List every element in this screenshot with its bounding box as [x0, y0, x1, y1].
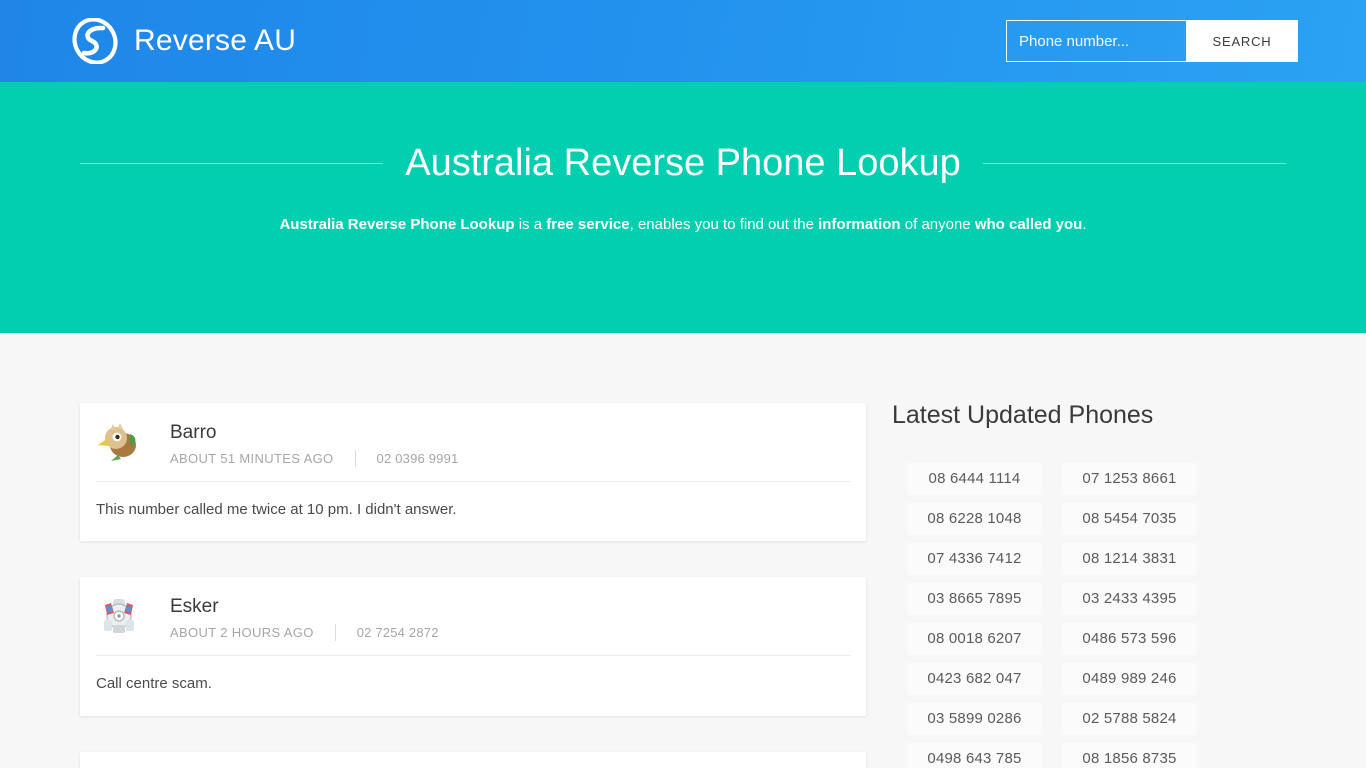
- page-content: Barro ABOUT 51 MINUTES AGO 02 0396 9991 …: [80, 333, 1286, 768]
- phone-chip[interactable]: 08 0018 6207: [907, 623, 1042, 655]
- swirl-s-logo-icon: [72, 18, 118, 64]
- comment-phone-number[interactable]: 02 0396 9991: [377, 451, 459, 466]
- comment-phone-number[interactable]: 02 7254 2872: [357, 625, 439, 640]
- comment-identity: Barro ABOUT 51 MINUTES AGO 02 0396 9991: [170, 419, 458, 467]
- comment-identity: Esker ABOUT 2 HOURS AGO 02 7254 2872: [170, 593, 439, 641]
- phone-chip[interactable]: 08 6228 1048: [907, 503, 1042, 535]
- page-title: Australia Reverse Phone Lookup: [405, 142, 961, 184]
- latest-phones-grid: 08 6444 1114 07 1253 8661 08 6228 1048 0…: [892, 463, 1286, 768]
- phone-chip[interactable]: 08 5454 7035: [1062, 503, 1197, 535]
- comment-timestamp: ABOUT 2 HOURS AGO: [170, 625, 314, 640]
- phone-chip[interactable]: 03 5899 0286: [907, 703, 1042, 735]
- comment-meta: ABOUT 51 MINUTES AGO 02 0396 9991: [170, 449, 459, 467]
- bird-avatar-icon: [98, 423, 136, 461]
- comment-text: This number called me twice at 10 pm. I …: [96, 500, 457, 518]
- phone-chip[interactable]: 0489 989 246: [1062, 663, 1197, 695]
- phone-chip[interactable]: 0498 643 785: [907, 743, 1042, 768]
- brand-name: Reverse AU: [134, 24, 297, 57]
- sidebar: Latest Updated Phones 08 6444 1114 07 12…: [866, 403, 1286, 768]
- comment-header: Esker ABOUT 2 HOURS AGO 02 7254 2872: [96, 593, 850, 656]
- phone-chip[interactable]: 07 4336 7412: [907, 543, 1042, 575]
- robot-gear-avatar-icon: [104, 599, 134, 634]
- header-search-form: SEARCH: [1006, 20, 1298, 62]
- phone-chip[interactable]: 02 5788 5824: [1062, 703, 1197, 735]
- phone-chip[interactable]: 0486 573 596: [1062, 623, 1197, 655]
- phone-search-input[interactable]: [1006, 20, 1186, 62]
- comment-card[interactable]: Esker ABOUT 2 HOURS AGO 02 7254 2872 Cal…: [80, 577, 866, 716]
- comment-timestamp: ABOUT 51 MINUTES AGO: [170, 450, 334, 466]
- hero-subtitle-bold-3: free service: [546, 216, 630, 233]
- phone-chip[interactable]: 08 1214 3831: [1062, 543, 1197, 575]
- phone-chip[interactable]: 0423 682 047: [907, 663, 1042, 695]
- hero-subtitle-text-8: .: [1082, 216, 1087, 233]
- hero-rule-left: [80, 162, 384, 164]
- comment-header: Barro ABOUT 51 MINUTES AGO 02 0396 9991: [96, 419, 850, 482]
- comment-text: Call centre scam.: [96, 675, 212, 692]
- comment-meta: ABOUT 2 HOURS AGO 02 7254 2872: [170, 624, 439, 641]
- comments-column: Barro ABOUT 51 MINUTES AGO 02 0396 9991 …: [80, 403, 866, 768]
- meta-divider: [334, 624, 336, 641]
- brand-logo-link[interactable]: Reverse AU: [68, 18, 296, 64]
- phone-chip[interactable]: 08 6444 1114: [907, 463, 1042, 495]
- comment-card[interactable]: Donahoe: [80, 751, 866, 768]
- phone-chip[interactable]: 03 2433 4395: [1062, 583, 1197, 615]
- hero-subtitle-text-6: of anyone: [900, 216, 975, 233]
- hero-banner: Australia Reverse Phone Lookup Australia…: [0, 82, 1366, 333]
- hero-rule-right: [982, 162, 1287, 164]
- hero-subtitle-bold-5: information: [818, 216, 901, 233]
- hero-title-row: Australia Reverse Phone Lookup: [80, 82, 1287, 184]
- hero-subtitle-text-4: , enables you to find out the: [629, 216, 819, 233]
- hero-subtitle-text-2: is a: [514, 216, 547, 233]
- hero-subtitle-bold-1: Australia Reverse Phone Lookup: [279, 216, 515, 233]
- meta-divider: [354, 449, 356, 467]
- site-header: Reverse AU SEARCH: [0, 0, 1366, 82]
- phone-chip[interactable]: 07 1253 8661: [1062, 463, 1197, 495]
- phone-chip[interactable]: 08 1856 8735: [1062, 743, 1197, 768]
- phone-chip[interactable]: 03 8665 7895: [907, 583, 1042, 615]
- comment-author-name: Esker: [170, 596, 219, 618]
- hero-subtitle-bold-7: who called you: [974, 216, 1083, 233]
- comment-author-name: Barro: [170, 422, 217, 443]
- comment-card[interactable]: Barro ABOUT 51 MINUTES AGO 02 0396 9991 …: [80, 403, 866, 542]
- search-button[interactable]: SEARCH: [1186, 20, 1298, 62]
- hero-subtitle: Australia Reverse Phone Lookup is a free…: [0, 214, 1366, 235]
- sidebar-title: Latest Updated Phones: [892, 401, 1154, 429]
